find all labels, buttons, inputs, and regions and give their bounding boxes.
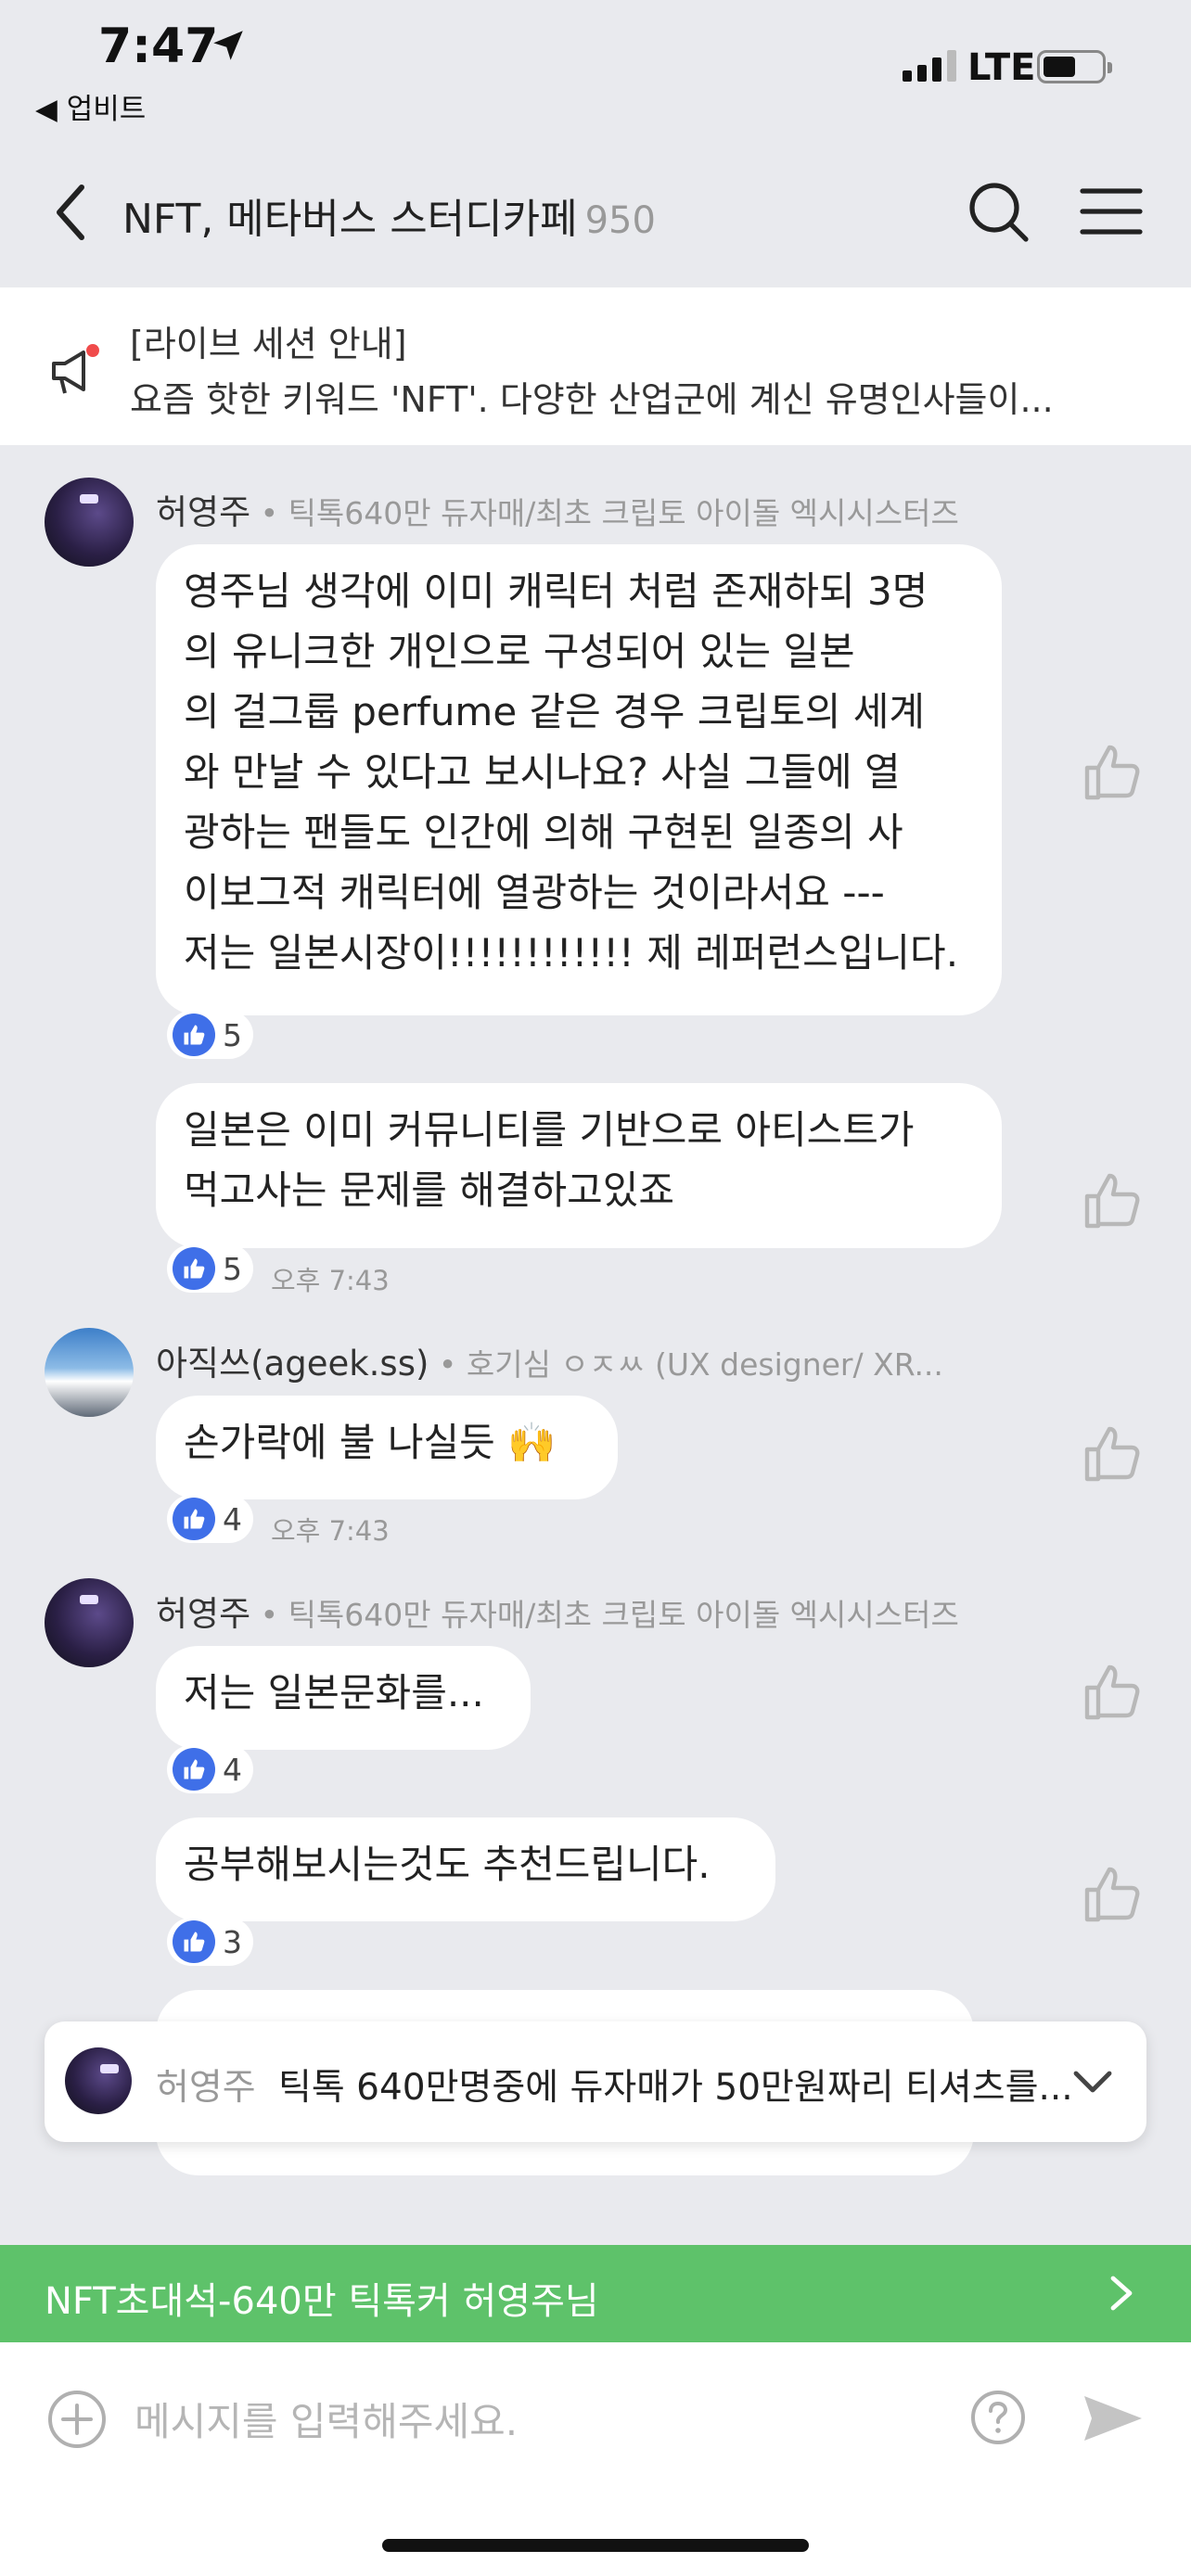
like-reaction[interactable]: 5 — [167, 1244, 253, 1293]
message-time: 오후 7:43 — [271, 1515, 390, 1547]
message-line: 손가락에 불 나실듯 🙌 — [184, 1420, 557, 1465]
location-arrow-icon — [213, 31, 243, 60]
like-reaction[interactable]: 3 — [167, 1918, 253, 1966]
thumbs-up-icon[interactable] — [1082, 1864, 1143, 1925]
avatar — [65, 2047, 132, 2114]
message-line: 먹고사는 문제를 해결하고있죠 — [184, 1167, 675, 1213]
message-line: 광하는 팬들도 인간에 의해 구현된 일종의 사 — [184, 810, 903, 855]
thumbs-up-icon — [173, 1498, 215, 1540]
plus-icon[interactable] — [46, 2389, 108, 2450]
message-line: 저는 일본문화를... — [184, 1670, 484, 1715]
chat-title: NFT, 메타버스 스터디카페 950 — [122, 185, 656, 245]
thumbs-up-icon[interactable] — [1082, 1662, 1143, 1723]
sender-name-text: 허영주 — [156, 1594, 251, 1634]
sender-name-text: 아직쓰(ageek.ss) — [156, 1344, 429, 1384]
chevron-down-icon[interactable] — [1070, 2064, 1115, 2098]
battery-icon — [1037, 50, 1112, 83]
sender-name-text: 허영주 — [156, 492, 251, 532]
back-to-app-link[interactable]: ◀ 업비트 — [35, 85, 146, 127]
like-count: 4 — [223, 1751, 242, 1788]
thumbs-up-icon[interactable] — [1082, 1170, 1143, 1231]
thumbs-up-icon[interactable] — [1082, 742, 1143, 803]
sender-name: 허영주 • 틱톡640만 듀자매/최초 크립토 아이돌 엑시시스터즈 — [156, 1586, 959, 1636]
message-line: 영주님 생각에 이미 캐릭터 처럼 존재하되 3명 — [184, 568, 928, 614]
sender-description: • 호기심 ㅇㅈㅆ (UX designer/ XR... — [429, 1346, 943, 1383]
chevron-right-icon — [1110, 2276, 1133, 2311]
message-line: 의 유니크한 개인으로 구성되어 있는 일본 — [184, 629, 855, 674]
clock: 7:47 — [98, 19, 219, 74]
like-count: 5 — [223, 1016, 242, 1053]
pinned-message[interactable]: 허영주 틱톡 640만명중에 듀자매가 50만원짜리 티셔츠를... — [45, 2021, 1146, 2142]
avatar[interactable] — [45, 1578, 134, 1667]
back-arrow-icon[interactable] — [48, 180, 95, 245]
message-bubble[interactable]: 저는 일본문화를... — [156, 1646, 531, 1750]
live-session-banner[interactable]: NFT초대석-640만 틱톡커 허영주님 — [0, 2245, 1191, 2342]
message-line: 이보그적 캐릭터에 열광하는 것이라서요 --- — [184, 870, 885, 915]
thumbs-up-icon — [173, 1014, 215, 1056]
notice-title: [라이브 세션 안내] — [130, 324, 407, 364]
sender-description: • 틱톡640만 듀자매/최초 크립토 아이돌 엑시시스터즈 — [250, 495, 959, 531]
sender-description: • 틱톡640만 듀자매/최초 크립토 아이돌 엑시시스터즈 — [250, 1597, 959, 1633]
like-reaction[interactable]: 5 — [167, 1011, 253, 1059]
like-count: 5 — [223, 1250, 242, 1287]
like-reaction[interactable]: 4 — [167, 1745, 253, 1793]
status-bar: 7:47 ◀ 업비트 LTE — [0, 0, 1191, 139]
chat-room-name: NFT, 메타버스 스터디카페 — [122, 196, 578, 243]
chat-header: NFT, 메타버스 스터디카페 950 — [0, 139, 1191, 287]
message-input[interactable]: 메시지를 입력해주세요. — [134, 2391, 518, 2447]
message-line: 일본은 이미 커뮤니티를 기반으로 아티스트가 — [184, 1107, 915, 1153]
notice-banner[interactable]: [라이브 세션 안내] 요즘 핫한 키워드 'NFT'. 다양한 산업군에 계신… — [0, 287, 1191, 445]
megaphone-icon — [52, 344, 99, 394]
message-line: 저는 일본시장이!!!!!!!!!!!! 제 레퍼런스입니다. — [184, 930, 959, 976]
home-indicator — [382, 2539, 809, 2552]
avatar[interactable] — [45, 478, 134, 567]
like-reaction[interactable]: 4 — [167, 1495, 253, 1543]
search-icon[interactable] — [965, 178, 1031, 245]
message-line: 의 걸그룹 perfume 같은 경우 크립토의 세계 — [184, 689, 925, 734]
network-label: LTE — [967, 46, 1036, 89]
avatar[interactable] — [45, 1328, 134, 1417]
banner-text: NFT초대석-640만 틱톡커 허영주님 — [45, 2280, 599, 2323]
thumbs-up-icon — [173, 1247, 215, 1290]
message-line: 와 만날 수 있다고 보시나요? 사실 그들에 열 — [184, 749, 901, 795]
thumbs-up-icon — [173, 1920, 215, 1963]
notice-body: 요즘 핫한 키워드 'NFT'. 다양한 산업군에 계신 유명인사들이... — [130, 379, 1054, 420]
like-count: 3 — [223, 1923, 242, 1960]
pinned-text: 틱톡 640만명중에 듀자매가 50만원짜리 티셔츠를... — [278, 2067, 1073, 2109]
pinned-sender: 허영주 — [156, 2067, 256, 2109]
help-icon[interactable] — [969, 2389, 1027, 2446]
thumbs-up-icon — [173, 1748, 215, 1791]
thumbs-up-icon[interactable] — [1082, 1423, 1143, 1485]
send-icon[interactable] — [1081, 2391, 1146, 2446]
member-count: 950 — [584, 199, 656, 242]
message-time: 오후 7:43 — [271, 1265, 390, 1296]
message-bubble[interactable]: 영주님 생각에 이미 캐릭터 처럼 존재하되 3명 의 유니크한 개인으로 구성… — [156, 544, 1002, 1015]
like-count: 4 — [223, 1500, 242, 1537]
message-bubble[interactable]: 손가락에 불 나실듯 🙌 — [156, 1396, 618, 1499]
signal-icon — [903, 48, 956, 82]
sender-name: 아직쓰(ageek.ss) • 호기심 ㅇㅈㅆ (UX designer/ XR… — [156, 1335, 943, 1385]
sender-name: 허영주 • 틱톡640만 듀자매/최초 크립토 아이돌 엑시시스터즈 — [156, 484, 959, 534]
menu-icon[interactable] — [1079, 184, 1144, 239]
message-bubble[interactable]: 일본은 이미 커뮤니티를 기반으로 아티스트가 먹고사는 문제를 해결하고있죠 — [156, 1083, 1002, 1248]
message-bubble[interactable]: 공부해보시는것도 추천드립니다. — [156, 1817, 775, 1921]
message-line: 공부해보시는것도 추천드립니다. — [184, 1842, 711, 1887]
